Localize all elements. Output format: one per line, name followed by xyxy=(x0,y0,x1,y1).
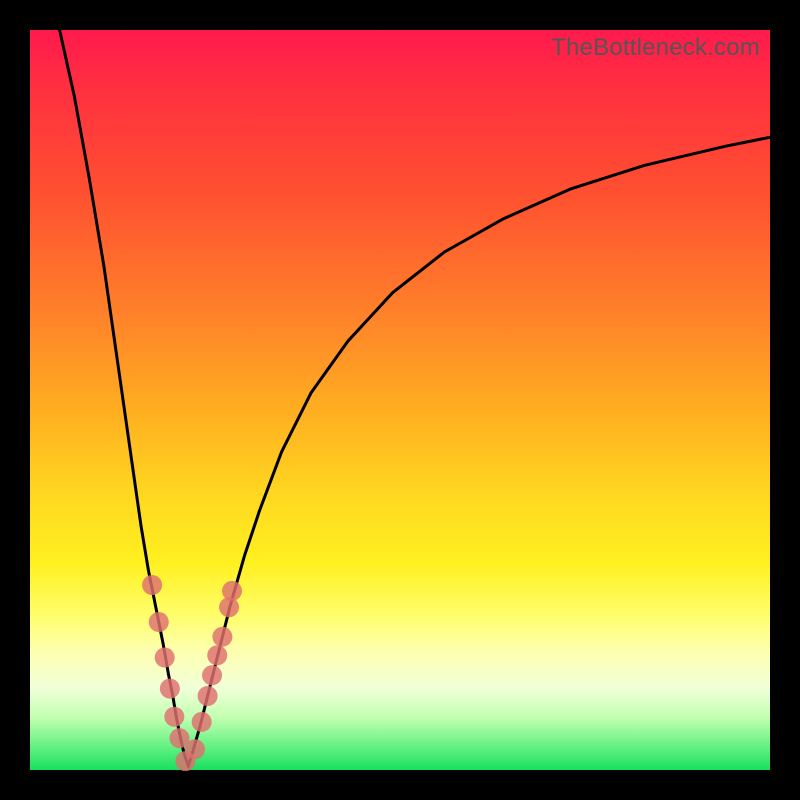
plot-area: TheBottleneck.com xyxy=(30,30,770,770)
marker-point xyxy=(202,665,222,685)
curve-right-branch xyxy=(188,137,770,766)
marker-point xyxy=(185,739,205,759)
chart-frame: TheBottleneck.com xyxy=(0,0,800,800)
marker-point xyxy=(149,612,169,632)
marker-point xyxy=(207,645,227,665)
marker-point xyxy=(160,679,180,699)
marker-point xyxy=(222,581,242,601)
curve-layer xyxy=(30,30,770,770)
marker-point xyxy=(155,648,175,668)
marker-point xyxy=(192,712,212,732)
marker-point xyxy=(164,707,184,727)
marker-point xyxy=(198,686,218,706)
marker-point xyxy=(212,627,232,647)
marker-point xyxy=(142,575,162,595)
